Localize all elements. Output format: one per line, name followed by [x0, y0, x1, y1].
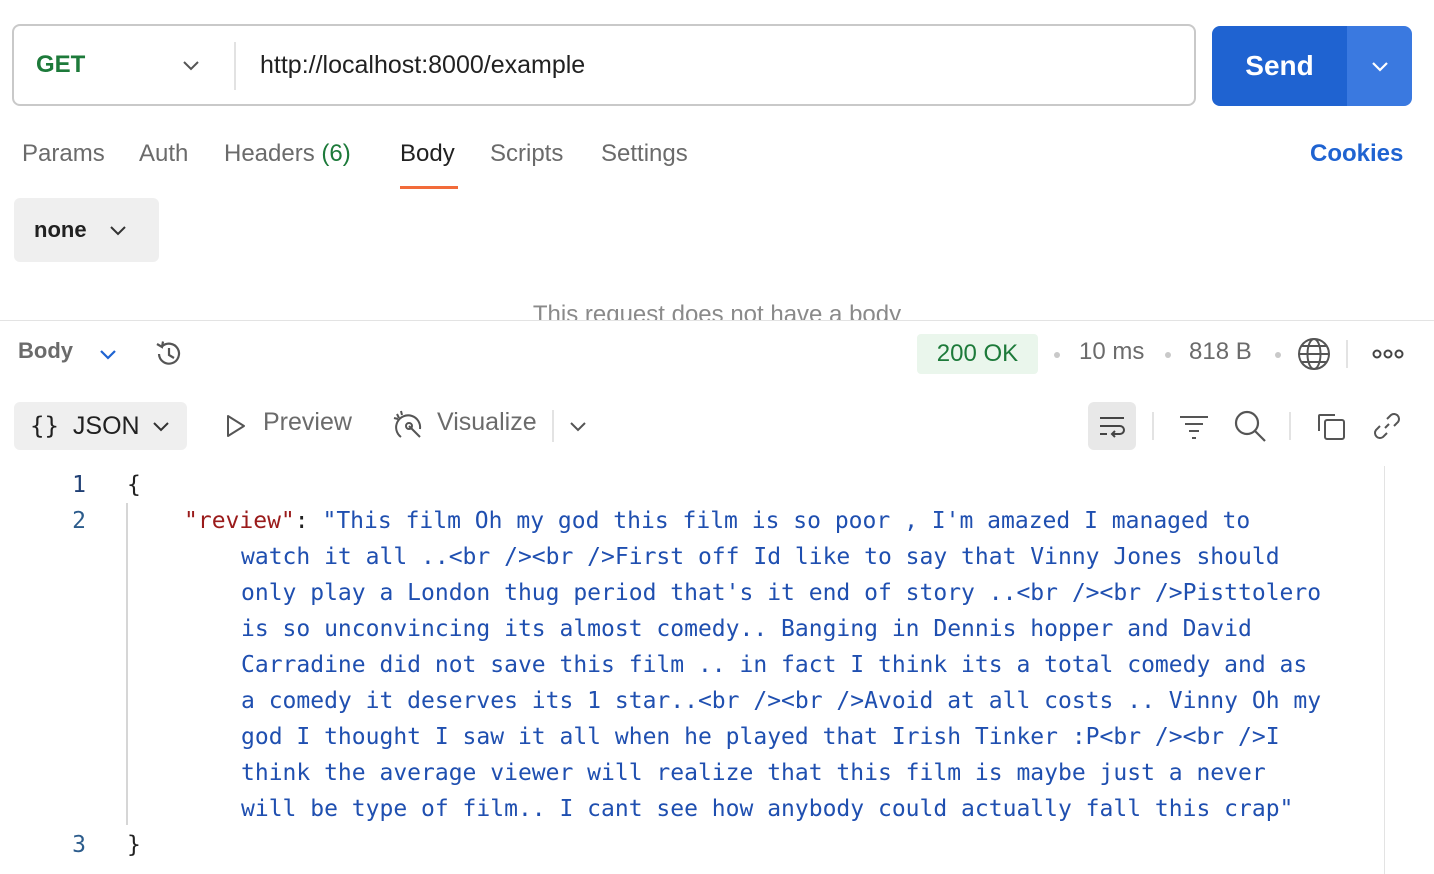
chevron-down-icon[interactable]	[180, 54, 202, 76]
method-selector[interactable]: GET	[36, 26, 85, 104]
visualize-button[interactable]: Visualize	[437, 408, 537, 437]
response-time[interactable]: 10 ms	[1079, 338, 1144, 366]
preview-button[interactable]: Preview	[263, 408, 352, 437]
json-string: will be type of film.. I cant see how an…	[241, 796, 1294, 822]
copy-icon[interactable]	[1315, 410, 1347, 442]
url-input[interactable]: http://localhost:8000/example	[260, 26, 585, 104]
response-section-label: Body	[18, 338, 73, 363]
chevron-down-icon	[152, 422, 169, 432]
tab-settings[interactable]: Settings	[601, 140, 688, 176]
json-string: Carradine did not save this film .. in f…	[241, 652, 1308, 678]
body-type-dropdown[interactable]: none	[14, 198, 159, 262]
wrap-lines-button[interactable]	[1088, 402, 1136, 450]
status-badge[interactable]: 200 OK	[917, 334, 1038, 374]
divider	[234, 42, 236, 90]
json-string: is so unconvincing its almost comedy.. B…	[241, 616, 1252, 642]
json-string: watch it all ..<br /><br />First off Id …	[241, 544, 1280, 570]
active-tab-indicator	[400, 186, 458, 189]
chevron-down-icon	[109, 226, 126, 236]
search-icon[interactable]	[1233, 409, 1267, 443]
headers-count: (6)	[321, 140, 351, 167]
send-button[interactable]: Send	[1212, 26, 1347, 106]
link-icon[interactable]	[1371, 410, 1403, 442]
tab-label: Settings	[601, 140, 688, 167]
divider	[1152, 412, 1154, 440]
tab-label: Params	[22, 140, 105, 167]
body-type-label: none	[34, 217, 87, 242]
json-string: "This film Oh my god this film is so poo…	[322, 508, 1251, 534]
format-dropdown[interactable]: {} JSON	[14, 402, 187, 450]
cookies-link[interactable]: Cookies	[1310, 140, 1403, 168]
format-label: JSON	[72, 411, 140, 440]
line-number: 3	[72, 832, 86, 858]
response-section-selector[interactable]: Body	[18, 338, 73, 364]
json-string: a comedy it deserves its 1 star..<br /><…	[241, 688, 1322, 714]
separator-dot	[1165, 352, 1171, 358]
separator-dot	[1275, 352, 1281, 358]
chevron-down-icon[interactable]	[96, 342, 120, 366]
url-value: http://localhost:8000/example	[260, 50, 586, 79]
tab-headers[interactable]: Headers (6)	[224, 140, 351, 176]
status-text: 200 OK	[936, 340, 1019, 367]
tab-body[interactable]: Body	[400, 140, 455, 176]
indent-guide	[126, 503, 128, 825]
line-number: 2	[72, 508, 86, 534]
divider	[552, 410, 554, 442]
tab-params[interactable]: Params	[22, 140, 105, 176]
json-string: god I thought I saw it all when he playe…	[241, 724, 1280, 750]
send-options-button[interactable]	[1347, 26, 1412, 106]
globe-icon[interactable]	[1296, 336, 1332, 372]
line-number: 1	[72, 472, 86, 498]
json-colon: :	[294, 508, 323, 534]
json-string: only play a London thug period that's it…	[241, 580, 1322, 606]
pane-divider[interactable]	[0, 320, 1434, 321]
tab-label: Body	[400, 140, 455, 167]
braces-icon: {}	[30, 412, 59, 440]
json-open-brace: {	[127, 472, 141, 498]
tab-label: Auth	[139, 140, 189, 167]
divider	[1346, 340, 1348, 368]
tab-scripts[interactable]: Scripts	[490, 140, 563, 176]
json-close-brace: }	[127, 832, 141, 858]
tab-label: Headers	[224, 140, 315, 167]
tab-auth[interactable]: Auth	[139, 140, 188, 176]
chevron-down-icon[interactable]	[566, 414, 590, 438]
more-icon[interactable]	[1372, 344, 1404, 364]
divider	[1289, 412, 1291, 440]
tab-label: Scripts	[490, 140, 564, 167]
wrap-icon	[1100, 417, 1125, 438]
play-icon[interactable]	[222, 413, 248, 439]
send-label: Send	[1245, 50, 1314, 81]
json-key: "review"	[184, 508, 295, 534]
chevron-down-icon	[1371, 62, 1388, 72]
json-string: think the average viewer will realize th…	[241, 760, 1266, 786]
empty-body-message: This request does not have a body	[532, 301, 902, 320]
filter-icon[interactable]	[1178, 412, 1210, 440]
response-size[interactable]: 818 B	[1189, 338, 1252, 366]
scrollbar[interactable]	[1384, 466, 1385, 874]
separator-dot	[1054, 352, 1060, 358]
json-line: "review": "This film Oh my god this film…	[184, 503, 1250, 539]
url-bar: GET http://localhost:8000/example	[12, 24, 1196, 106]
visualize-icon[interactable]	[392, 409, 426, 443]
method-label: GET	[36, 51, 86, 78]
history-icon[interactable]	[152, 337, 186, 371]
